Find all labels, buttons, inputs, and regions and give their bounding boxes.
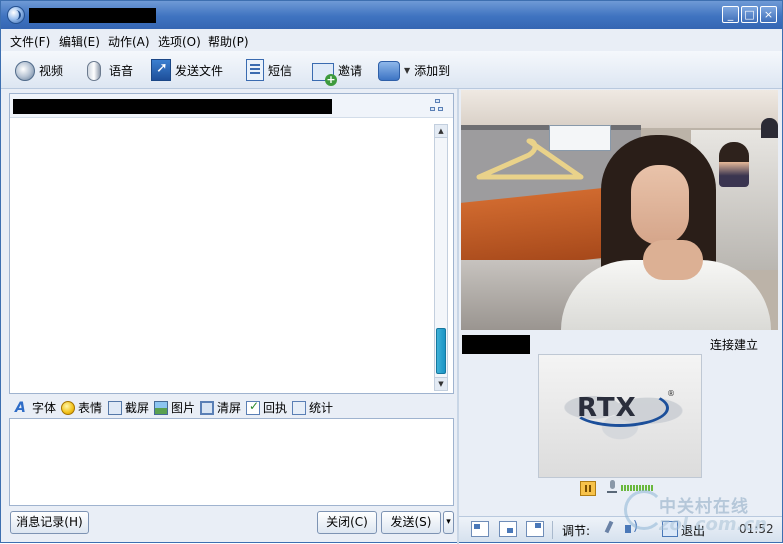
message-scrollbar[interactable]: ▲ ▼	[434, 124, 448, 391]
scroll-down-icon[interactable]: ▼	[435, 377, 447, 390]
chat-header	[10, 94, 453, 118]
clear-screen-label: 清屏	[217, 401, 242, 415]
receipt-button[interactable]: 回执	[246, 399, 287, 416]
layout-2-icon[interactable]	[499, 521, 517, 537]
emoticon-button[interactable]: 表情	[61, 399, 102, 416]
menu-options[interactable]: 选项(O)	[158, 33, 201, 50]
window-title-redacted	[29, 8, 156, 23]
close-window-button[interactable]: ×	[760, 6, 777, 23]
clear-screen-icon	[200, 400, 214, 415]
chat-title-redacted	[13, 99, 332, 114]
font-button[interactable]: A 字体	[15, 399, 56, 416]
video-info-panel: 连接建立 RTX ®	[459, 331, 782, 514]
microphone-level-icon	[607, 480, 617, 494]
message-history-button[interactable]: 消息记录(H)	[10, 511, 89, 534]
org-tree-icon[interactable]	[430, 99, 444, 113]
connection-status: 连接建立	[710, 338, 759, 352]
sms-icon	[246, 59, 264, 81]
close-button[interactable]: 关闭(C)	[317, 511, 377, 534]
popout-video-icon[interactable]	[526, 521, 544, 537]
maximize-button[interactable]: □	[741, 6, 758, 23]
smiley-icon	[61, 400, 75, 415]
stats-label: 统计	[309, 401, 334, 415]
peer-name-redacted	[462, 335, 530, 354]
adjust-label: 调节:	[562, 524, 591, 538]
sms-button[interactable]: 短信	[246, 57, 292, 83]
rtx-logo: RTX	[577, 393, 637, 423]
receipt-label: 回执	[263, 401, 288, 415]
speaker-icon[interactable]	[625, 519, 641, 536]
screenshot-label: 截屏	[125, 401, 150, 415]
registered-mark-icon: ®	[667, 389, 675, 398]
sms-label: 短信	[268, 63, 293, 78]
invite-icon	[312, 63, 337, 86]
video-button[interactable]: 视频	[15, 57, 63, 83]
menu-file[interactable]: 文件(F)	[10, 33, 50, 50]
microphone-icon	[87, 61, 101, 81]
video-control-bar: 调节: 退出 01:52	[459, 516, 782, 542]
call-timer: 01:52	[739, 522, 774, 536]
invite-button[interactable]: 邀请	[312, 57, 363, 86]
exit-label[interactable]: 退出	[681, 522, 705, 539]
send-file-button[interactable]: 发送文件	[151, 57, 223, 83]
title-bar[interactable]: _ □ ×	[1, 1, 782, 29]
receipt-icon	[246, 399, 260, 415]
exit-icon[interactable]	[662, 521, 678, 537]
send-file-icon	[151, 59, 171, 81]
add-to-label: 添加到	[414, 63, 451, 78]
format-toolbar: A 字体 表情 截屏 图片 清屏 回执 统计	[9, 397, 454, 417]
audio-level-meter	[621, 485, 653, 491]
scrollbar-thumb[interactable]	[436, 328, 446, 374]
rtx-app-icon[interactable]	[7, 6, 25, 24]
font-label: 字体	[32, 401, 57, 415]
menu-action[interactable]: 动作(A)	[108, 33, 150, 50]
picture-button[interactable]: 图片	[154, 399, 195, 416]
font-icon: A	[15, 399, 26, 416]
picture-label: 图片	[171, 401, 196, 415]
video-label: 视频	[39, 63, 64, 78]
send-options-button[interactable]: ▾	[443, 511, 454, 534]
clear-screen-button[interactable]: 清屏	[200, 399, 241, 416]
stats-icon	[292, 400, 306, 415]
send-button[interactable]: 发送(S)	[381, 511, 441, 534]
pause-icon[interactable]	[580, 481, 596, 496]
minimize-button[interactable]: _	[722, 6, 739, 23]
rtx-chat-window: _ □ × 文件(F) 编辑(E) 动作(A) 选项(O) 帮助(P) 视频 语…	[0, 0, 783, 544]
local-video-preview: RTX ®	[538, 354, 702, 478]
webcam-icon	[15, 61, 35, 81]
add-to-icon	[378, 61, 400, 81]
coat-hanger-shape	[476, 138, 584, 180]
voice-button[interactable]: 语音	[83, 57, 133, 83]
layout-1-icon[interactable]	[471, 521, 489, 537]
send-file-label: 发送文件	[175, 63, 224, 78]
screenshot-button[interactable]: 截屏	[108, 399, 149, 416]
picture-icon	[154, 400, 168, 415]
screenshot-icon	[108, 400, 122, 415]
stats-button[interactable]: 统计	[292, 399, 333, 416]
message-history-panel[interactable]: ▲ ▼	[9, 93, 454, 394]
message-input[interactable]	[9, 418, 454, 506]
mic-adjust-icon[interactable]	[602, 521, 616, 537]
scroll-up-icon[interactable]: ▲	[435, 125, 447, 138]
add-to-button[interactable]: ▼ 添加到	[378, 57, 450, 83]
chevron-down-icon: ▼	[404, 65, 411, 75]
menu-help[interactable]: 帮助(P)	[208, 33, 249, 50]
main-toolbar: 视频 语音 发送文件 短信 邀请 ▼ 添加到	[1, 51, 782, 89]
emoticon-label: 表情	[78, 401, 103, 415]
invite-label: 邀请	[338, 63, 363, 78]
menu-bar: 文件(F) 编辑(E) 动作(A) 选项(O) 帮助(P)	[1, 29, 782, 51]
menu-edit[interactable]: 编辑(E)	[59, 33, 100, 50]
remote-video-feed	[461, 90, 778, 330]
voice-label: 语音	[109, 63, 134, 78]
